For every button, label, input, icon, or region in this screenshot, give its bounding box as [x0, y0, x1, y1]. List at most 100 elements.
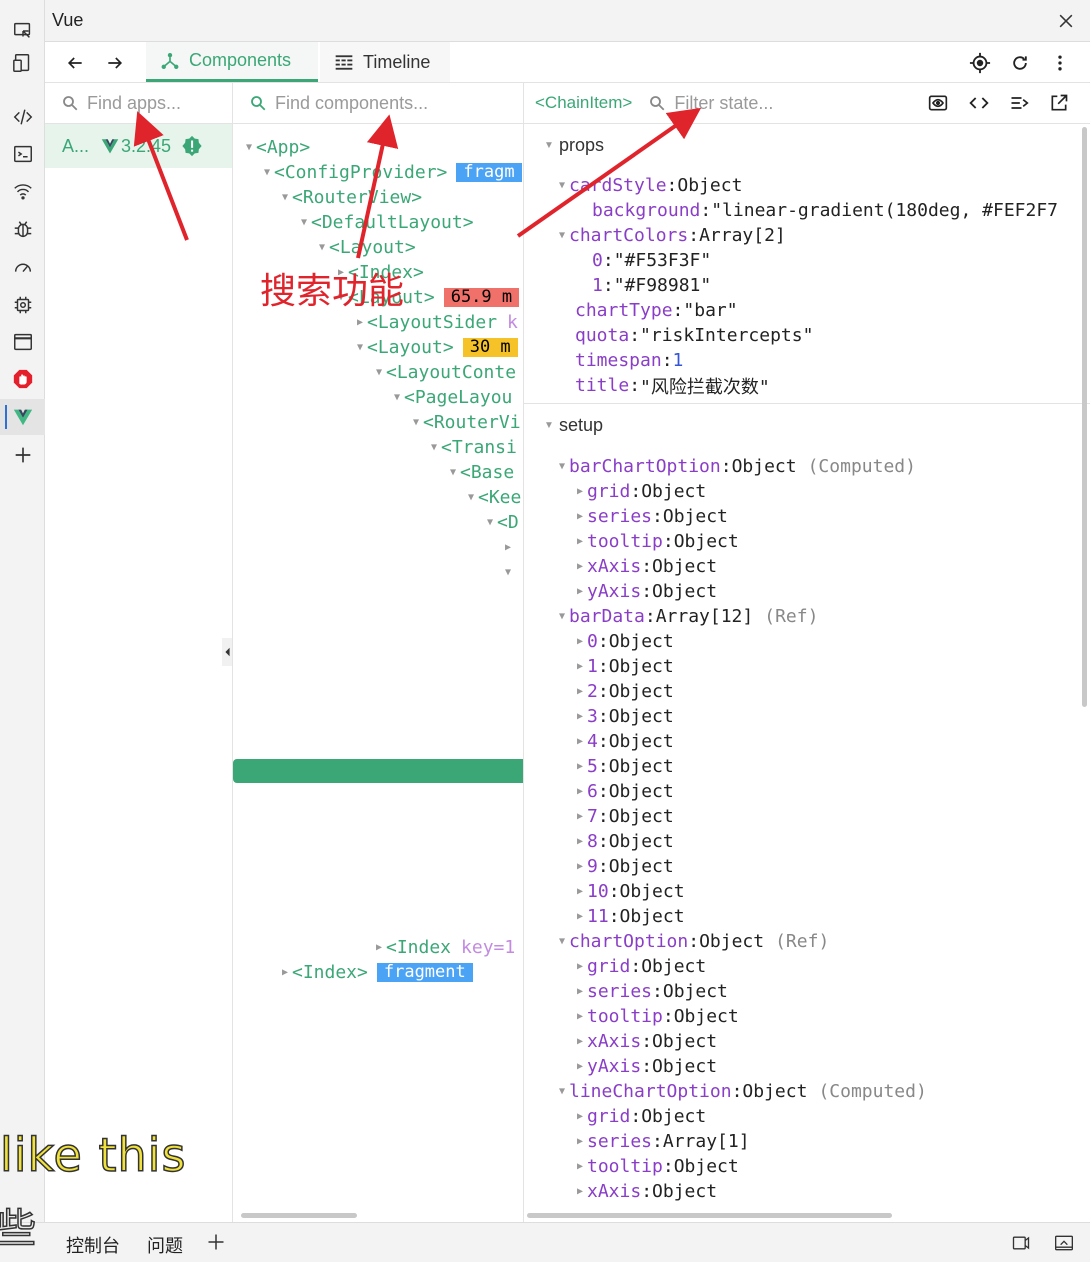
activity-bar [0, 0, 45, 1222]
setup-child-row[interactable]: ▶ yAxis: Object [573, 579, 717, 604]
setup-child-row[interactable]: ▶ 11: Object [573, 904, 685, 929]
forward-button[interactable] [102, 50, 128, 76]
tree-row-default-layout[interactable]: ▼ <DefaultLayout> [297, 210, 474, 235]
expand-drawer-button[interactable] [1054, 1233, 1074, 1258]
expand-up-icon [1055, 1235, 1073, 1251]
memory-chip-icon[interactable] [0, 287, 45, 323]
vertical-scrollbar[interactable] [1082, 127, 1087, 707]
prop-row[interactable]: timespan: 1 [575, 348, 683, 373]
setup-child-row[interactable]: ▶ 7: Object [573, 804, 674, 829]
setup-row[interactable]: ▼ barChartOption: Object (Computed) [555, 454, 916, 479]
tree-row-index-fragment[interactable]: ▶ <Index> fragment [278, 960, 473, 985]
setup-child-row[interactable]: ▶ 9: Object [573, 854, 674, 879]
prop-row[interactable]: ▼ cardStyle: Object [555, 173, 742, 198]
tree-row-index-keyed[interactable]: ▶ <Index key=1 [372, 935, 515, 960]
selected-component-highlight[interactable] [233, 759, 523, 783]
tree-row-app[interactable]: ▼ <App> [242, 135, 310, 160]
setup-child-row[interactable]: ▶ 10: Object [573, 879, 685, 904]
tree-row-transition[interactable]: ▼ <Transi [427, 435, 517, 460]
setup-child-row[interactable]: ▶ yAxis: Object [573, 1054, 717, 1079]
search-icon [650, 96, 665, 111]
setup-child-row[interactable]: ▶ 3: Object [573, 704, 674, 729]
setup-child-row[interactable]: ▶ 2: Object [573, 679, 674, 704]
inspect-icon[interactable] [0, 13, 45, 49]
setup-child-row[interactable]: ▶ tooltip: Object [573, 1154, 739, 1179]
console-tab[interactable]: 控制台 [66, 1232, 120, 1258]
tree-row-keep-alive[interactable]: ▼ <Kee [464, 485, 521, 510]
vue-devtools-icon[interactable] [0, 399, 45, 435]
tree-row-base[interactable]: ▼ <Base [446, 460, 514, 485]
prop-row[interactable]: title: "风险拦截次数" [575, 373, 770, 398]
tree-row-page-layout[interactable]: ▼ <PageLayou [390, 385, 512, 410]
setup-child-row[interactable]: ▶ series: Object [573, 979, 728, 1004]
setup-child-row[interactable]: ▶ tooltip: Object [573, 529, 739, 554]
console-icon[interactable] [0, 136, 45, 172]
prop-row[interactable]: background: "linear-gradient(180deg, #FE… [592, 198, 1058, 223]
find-components-input[interactable] [275, 92, 505, 114]
setup-section-header[interactable]: ▼ setup [542, 415, 603, 436]
setup-child-row[interactable]: ▶ xAxis: Object [573, 554, 717, 579]
tree-row-router-view[interactable]: ▼ <RouterView> [278, 185, 422, 210]
setup-child-row[interactable]: ▶ tooltip: Object [573, 1004, 739, 1029]
prop-row[interactable]: quota: "riskIntercepts" [575, 323, 813, 348]
prop-row[interactable]: ▼ chartColors: Array[2] [555, 223, 786, 248]
setup-child-row[interactable]: ▶ 5: Object [573, 754, 674, 779]
setup-child-row[interactable]: ▶ series: Object [573, 504, 728, 529]
setup-child-row[interactable]: ▶ xAxis: Object [573, 1179, 717, 1204]
bug-icon[interactable] [0, 211, 45, 247]
tree-row-d[interactable]: ▼ <D [483, 510, 519, 535]
setup-row[interactable]: ▼ barData: Array[12] (Ref) [555, 604, 818, 629]
collapse-pane-handle[interactable] [222, 638, 232, 666]
tree-row-collapsed-2[interactable]: ▼ [501, 560, 515, 585]
back-button[interactable] [62, 50, 88, 76]
setup-row[interactable]: ▼ chartOption: Object (Ref) [555, 929, 829, 954]
tree-row-layout[interactable]: ▼ <Layout> [315, 235, 416, 260]
dock-panel-button[interactable] [1011, 1233, 1031, 1258]
tree-row-config-provider[interactable]: ▼ <ConfigProvider> fragm [260, 160, 522, 185]
tree-row-router-view-2[interactable]: ▼ <RouterVi [409, 410, 521, 435]
application-window-icon[interactable] [0, 324, 45, 360]
tree-row-collapsed[interactable]: ▶ [501, 535, 515, 560]
setup-child-row[interactable]: ▶ grid: Object [573, 1104, 706, 1129]
more-options-button[interactable] [1047, 50, 1073, 76]
filter-state-input[interactable] [674, 92, 875, 114]
setup-child-row[interactable]: ▶ grid: Object [573, 479, 706, 504]
scroll-to-component-button[interactable] [928, 93, 948, 118]
close-button[interactable] [1054, 9, 1078, 33]
device-emulation-icon[interactable] [0, 45, 45, 81]
prop-row[interactable]: 0: "#F53F3F" [592, 248, 711, 273]
add-panel-icon[interactable] [0, 437, 45, 473]
add-drawer-tab-button[interactable] [206, 1232, 226, 1257]
dock-side-icon [1012, 1236, 1030, 1250]
network-wifi-icon[interactable] [0, 173, 45, 209]
setup-child-row[interactable]: ▶ grid: Object [573, 954, 706, 979]
setup-child-row[interactable]: ▶ series: Array[1] [573, 1129, 750, 1154]
tree-row-layout-content[interactable]: ▼ <LayoutConte [372, 360, 516, 385]
setup-child-row[interactable]: ▶ 0: Object [573, 629, 674, 654]
tab-timeline[interactable]: Timeline [320, 42, 450, 82]
setup-child-row[interactable]: ▶ 1: Object [573, 654, 674, 679]
show-render-code-button[interactable] [969, 93, 989, 118]
elements-code-icon[interactable] [0, 99, 45, 135]
prop-row[interactable]: chartType: "bar" [575, 298, 738, 323]
props-section-header[interactable]: ▼ props [542, 135, 604, 156]
find-apps-input[interactable] [87, 92, 227, 114]
app-list-item[interactable]: A... 3.2.45 [45, 124, 232, 168]
tree-row-layout-3[interactable]: ▼ <Layout> 30 m [353, 335, 518, 360]
open-in-editor-button[interactable] [1049, 93, 1069, 118]
refresh-button[interactable] [1007, 50, 1033, 76]
tab-components[interactable]: Components [146, 42, 318, 82]
prop-row[interactable]: 1: "#F98981" [592, 273, 711, 298]
setup-row[interactable]: ▼ lineChartOption: Object (Computed) [555, 1079, 927, 1104]
horizontal-scrollbar[interactable] [527, 1213, 892, 1218]
setup-child-row[interactable]: ▶ 6: Object [573, 779, 674, 804]
setup-child-row[interactable]: ▶ 4: Object [573, 729, 674, 754]
horizontal-scrollbar[interactable] [241, 1213, 357, 1218]
setup-child-row[interactable]: ▶ xAxis: Object [573, 1029, 717, 1054]
adblock-stop-icon[interactable] [0, 361, 45, 397]
setup-child-row[interactable]: ▶ 8: Object [573, 829, 674, 854]
inspect-dom-button[interactable] [1009, 93, 1029, 118]
performance-gauge-icon[interactable] [0, 249, 45, 285]
issues-tab[interactable]: 问题 [147, 1232, 183, 1258]
select-component-button[interactable] [967, 50, 993, 76]
